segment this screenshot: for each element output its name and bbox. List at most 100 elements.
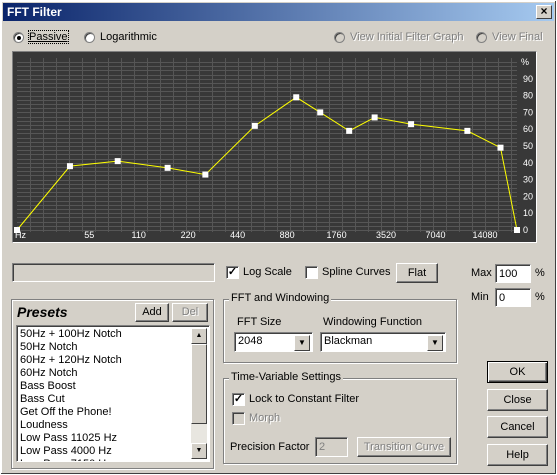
y-unit-label: % <box>521 57 529 67</box>
x-tick-label: 110 <box>131 230 145 240</box>
preset-item[interactable]: Bass Cut <box>17 393 209 406</box>
filter-graph[interactable]: Hz 55 110 220 440 880 1760 3520 7040 14080% 90 80 70… <box>12 51 537 243</box>
fft-filter-window: FFT Filter × Passive Logarithmic View In… <box>0 0 557 475</box>
status-field <box>12 263 215 282</box>
log-scale-label[interactable]: Log Scale <box>243 266 292 278</box>
max-label: Max <box>471 267 492 279</box>
filter-graph-plot[interactable]: Hz 55 110 220 440 880 1760 3520 7040 14080%908070… <box>13 52 536 242</box>
control-point[interactable] <box>202 171 209 178</box>
y-tick-label: 10 <box>523 208 533 218</box>
fft-windowing-group <box>223 299 457 363</box>
flat-button[interactable]: Flat <box>396 263 438 283</box>
title-bar[interactable]: FFT Filter × <box>3 3 554 21</box>
logarithmic-radio[interactable] <box>84 32 95 43</box>
close-button[interactable]: Close <box>487 389 548 411</box>
spline-curves-label[interactable]: Spline Curves <box>322 266 390 278</box>
spline-curves-checkbox[interactable] <box>305 266 318 279</box>
view-initial-label: View Initial Filter Graph <box>350 31 464 43</box>
control-point[interactable] <box>497 144 504 151</box>
y-tick-label: 70 <box>523 107 533 117</box>
fft-size-select[interactable]: 2048 ▼ <box>234 332 313 352</box>
precision-factor-input <box>315 437 348 457</box>
fft-size-label: FFT Size <box>237 316 282 328</box>
presets-list[interactable]: 50Hz + 100Hz Notch 50Hz Notch 60Hz + 120Hz… <box>16 325 210 462</box>
x-tick-label: 880 <box>280 230 295 240</box>
control-point[interactable] <box>164 164 171 171</box>
x-tick-label: 7040 <box>425 230 445 240</box>
y-tick-label: 0 <box>523 225 528 235</box>
windowing-function-select[interactable]: Blackman ▼ <box>320 332 446 352</box>
passive-label[interactable]: Passive <box>28 30 69 44</box>
preset-item[interactable]: 50Hz + 100Hz Notch <box>17 328 209 341</box>
lock-constant-checkbox[interactable]: ✓ <box>232 393 245 406</box>
y-tick-label: 40 <box>523 158 533 168</box>
presets-title: Presets <box>17 304 68 320</box>
scroll-up-icon[interactable]: ▲ <box>191 328 207 344</box>
preset-item[interactable]: 60Hz + 120Hz Notch <box>17 354 209 367</box>
preset-item[interactable]: Get Off the Phone! <box>17 406 209 419</box>
x-tick-label: 220 <box>181 230 196 240</box>
chevron-down-icon[interactable]: ▼ <box>294 335 310 351</box>
transition-curve-button: Transition Curve <box>357 437 451 457</box>
control-point[interactable] <box>464 127 471 134</box>
precision-factor-label: Precision Factor <box>230 441 310 453</box>
max-input[interactable] <box>495 264 531 283</box>
y-tick-label: 90 <box>523 74 533 84</box>
x-tick-label: 14080 <box>472 230 497 240</box>
lock-constant-label[interactable]: Lock to Constant Filter <box>249 393 359 405</box>
help-button[interactable]: Help <box>487 444 548 466</box>
min-input[interactable] <box>495 288 531 307</box>
windowing-function-value: Blackman <box>324 335 373 347</box>
control-point[interactable] <box>371 114 378 121</box>
chevron-down-icon[interactable]: ▼ <box>427 335 443 351</box>
y-tick-label: 50 <box>523 141 533 151</box>
x-tick-label: 55 <box>84 230 94 240</box>
scroll-thumb[interactable] <box>191 344 207 424</box>
min-label: Min <box>471 291 489 303</box>
control-point[interactable] <box>317 109 324 116</box>
preset-item[interactable]: Low Pass 4000 Hz <box>17 445 209 458</box>
windowing-function-label: Windowing Function <box>323 316 423 328</box>
y-tick-label: 20 <box>523 191 533 201</box>
control-point[interactable] <box>293 94 300 101</box>
time-variable-title: Time-Variable Settings <box>229 371 344 383</box>
cancel-button[interactable]: Cancel <box>487 416 548 438</box>
control-point[interactable] <box>408 121 415 128</box>
close-icon[interactable]: × <box>536 5 552 19</box>
min-percent-label: % <box>535 291 545 303</box>
fft-windowing-title: FFT and Windowing <box>229 292 332 304</box>
preset-item[interactable]: Low Pass 11025 Hz <box>17 432 209 445</box>
control-point[interactable] <box>514 227 520 233</box>
presets-scrollbar[interactable]: ▲ ▼ <box>191 328 207 459</box>
y-tick-label: 80 <box>523 91 533 101</box>
window-title: FFT Filter <box>7 5 62 19</box>
fft-size-value: 2048 <box>238 335 263 347</box>
preset-item[interactable]: 50Hz Notch <box>17 341 209 354</box>
x-tick-label: 440 <box>230 230 245 240</box>
control-point[interactable] <box>346 127 353 134</box>
y-tick-label: 60 <box>523 124 533 134</box>
control-point[interactable] <box>14 227 20 233</box>
preset-item[interactable]: Bass Boost <box>17 380 209 393</box>
view-final-radio <box>476 32 487 43</box>
max-percent-label: % <box>535 267 545 279</box>
preset-item[interactable]: Low Pass 7150 Hz <box>17 458 209 461</box>
control-point[interactable] <box>66 163 73 170</box>
morph-checkbox <box>232 412 245 425</box>
view-final-label: View Final <box>492 31 543 43</box>
control-point[interactable] <box>114 158 121 165</box>
preset-item[interactable]: 60Hz Notch <box>17 367 209 380</box>
x-tick-label: 1760 <box>327 230 347 240</box>
control-point[interactable] <box>251 122 258 129</box>
passive-radio[interactable] <box>13 32 24 43</box>
add-preset-button[interactable]: Add <box>135 303 169 322</box>
delete-preset-button: Del <box>172 303 208 322</box>
y-tick-label: 30 <box>523 175 533 185</box>
scroll-down-icon[interactable]: ▼ <box>191 443 207 459</box>
logarithmic-label[interactable]: Logarithmic <box>100 31 157 43</box>
preset-item[interactable]: Loudness <box>17 419 209 432</box>
ok-button[interactable]: OK <box>487 361 548 383</box>
log-scale-checkbox[interactable]: ✓ <box>226 266 239 279</box>
view-initial-radio <box>334 32 345 43</box>
x-tick-label: 3520 <box>376 230 396 240</box>
